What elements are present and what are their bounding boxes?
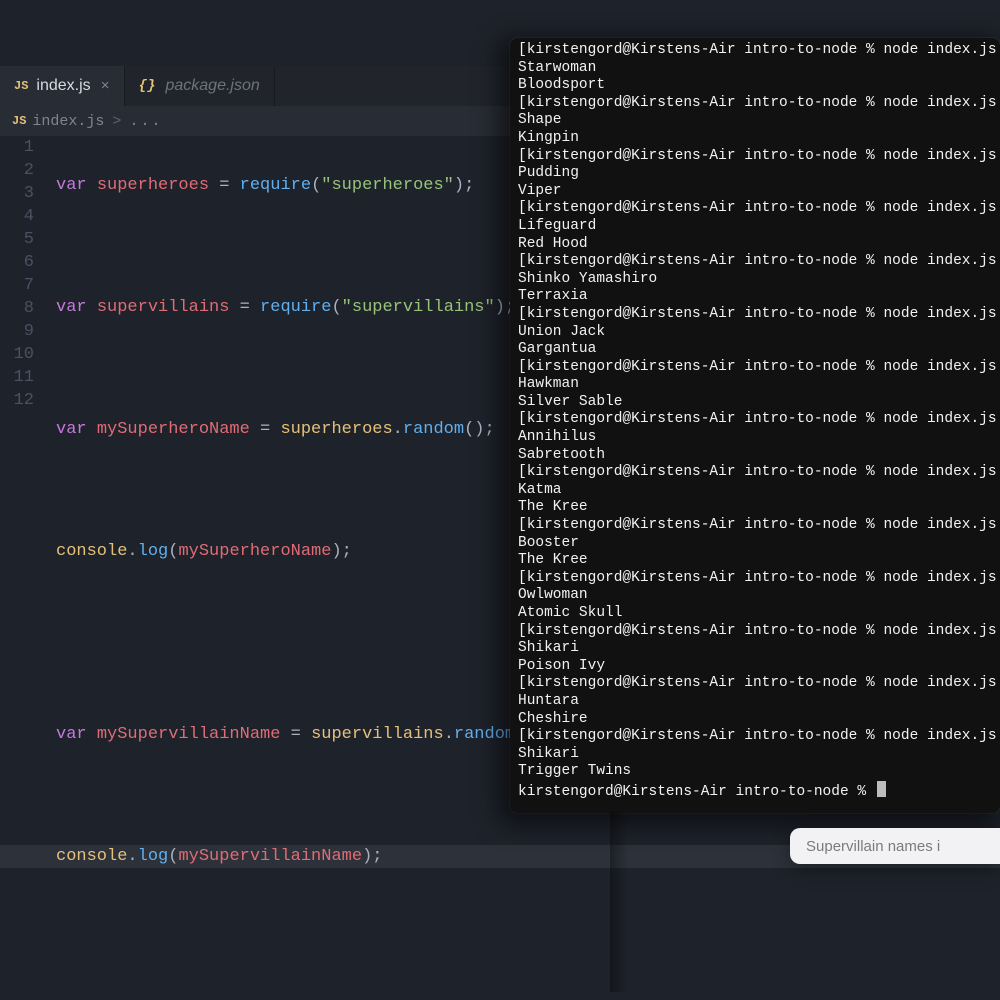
- terminal-output: Bloodsport: [518, 77, 994, 95]
- terminal-prompt[interactable]: kirstengord@Kirstens-Air intro-to-node %: [518, 781, 994, 802]
- terminal-output: Terraxia: [518, 288, 994, 306]
- terminal-output: Kingpin: [518, 130, 994, 148]
- line-number: 12: [0, 389, 34, 412]
- terminal-output: Owlwoman: [518, 587, 994, 605]
- terminal-output: Trigger Twins: [518, 763, 994, 781]
- line-number: 2: [0, 159, 34, 182]
- tooltip-supervillain: Supervillain names i: [790, 828, 1000, 864]
- terminal-line: [kirstengord@Kirstens-Air intro-to-node …: [518, 359, 994, 377]
- panel-shadow: [610, 812, 628, 992]
- close-icon[interactable]: ×: [101, 78, 110, 95]
- tab-index-js[interactable]: JS index.js ×: [0, 66, 125, 106]
- line-number: 6: [0, 251, 34, 274]
- terminal-output: Shape: [518, 112, 994, 130]
- terminal-output: Lifeguard: [518, 218, 994, 236]
- line-number: 11: [0, 366, 34, 389]
- terminal-output: Shinko Yamashiro: [518, 271, 994, 289]
- terminal-output: Shikari: [518, 746, 994, 764]
- line-number: 7: [0, 274, 34, 297]
- terminal-line: [kirstengord@Kirstens-Air intro-to-node …: [518, 148, 994, 166]
- chevron-right-icon: >: [112, 113, 121, 130]
- terminal-output: Hawkman: [518, 376, 994, 394]
- line-number: 3: [0, 182, 34, 205]
- terminal-window[interactable]: [kirstengord@Kirstens-Air intro-to-node …: [510, 38, 1000, 813]
- terminal-line: [kirstengord@Kirstens-Air intro-to-node …: [518, 517, 994, 535]
- terminal-output: Katma: [518, 482, 994, 500]
- js-icon: JS: [12, 114, 26, 128]
- terminal-line: [kirstengord@Kirstens-Air intro-to-node …: [518, 200, 994, 218]
- terminal-line: [kirstengord@Kirstens-Air intro-to-node …: [518, 42, 994, 60]
- terminal-output: The Kree: [518, 499, 994, 517]
- breadcrumb-more: ...: [129, 113, 162, 130]
- terminal-output: Huntara: [518, 693, 994, 711]
- terminal-line: [kirstengord@Kirstens-Air intro-to-node …: [518, 728, 994, 746]
- terminal-output: Sabretooth: [518, 447, 994, 465]
- terminal-output: Booster: [518, 535, 994, 553]
- terminal-output: Cheshire: [518, 711, 994, 729]
- js-icon: JS: [14, 79, 28, 93]
- line-number: 4: [0, 205, 34, 228]
- terminal-output: Annihilus: [518, 429, 994, 447]
- terminal-line: [kirstengord@Kirstens-Air intro-to-node …: [518, 675, 994, 693]
- terminal-output: The Kree: [518, 552, 994, 570]
- breadcrumb-file: index.js: [32, 113, 104, 130]
- terminal-line: [kirstengord@Kirstens-Air intro-to-node …: [518, 464, 994, 482]
- terminal-output: Gargantua: [518, 341, 994, 359]
- tab-label: index.js: [36, 77, 90, 95]
- line-number: 9: [0, 320, 34, 343]
- terminal-output: Union Jack: [518, 324, 994, 342]
- terminal-line: [kirstengord@Kirstens-Air intro-to-node …: [518, 253, 994, 271]
- tab-label: package.json: [165, 77, 259, 95]
- terminal-line: [kirstengord@Kirstens-Air intro-to-node …: [518, 411, 994, 429]
- cursor-icon: [877, 781, 886, 797]
- terminal-line: [kirstengord@Kirstens-Air intro-to-node …: [518, 570, 994, 588]
- terminal-output: Red Hood: [518, 236, 994, 254]
- json-icon: {}: [139, 78, 156, 94]
- gutter: 1 2 3 4 5 6 7 8 9 10 11 12: [0, 136, 40, 412]
- line-number: 5: [0, 228, 34, 251]
- terminal-line: [kirstengord@Kirstens-Air intro-to-node …: [518, 306, 994, 324]
- terminal-line: [kirstengord@Kirstens-Air intro-to-node …: [518, 623, 994, 641]
- line-number: 10: [0, 343, 34, 366]
- line-number: 8: [0, 297, 34, 320]
- terminal-output: Pudding: [518, 165, 994, 183]
- tab-package-json[interactable]: {} package.json: [125, 66, 275, 106]
- terminal-output: Atomic Skull: [518, 605, 994, 623]
- terminal-line: [kirstengord@Kirstens-Air intro-to-node …: [518, 95, 994, 113]
- terminal-output: Silver Sable: [518, 394, 994, 412]
- terminal-output: Shikari: [518, 640, 994, 658]
- terminal-output: Viper: [518, 183, 994, 201]
- terminal-output: Poison Ivy: [518, 658, 994, 676]
- terminal-output: Starwoman: [518, 60, 994, 78]
- line-number: 1: [0, 136, 34, 159]
- tooltip-text: Supervillain names i: [806, 838, 940, 855]
